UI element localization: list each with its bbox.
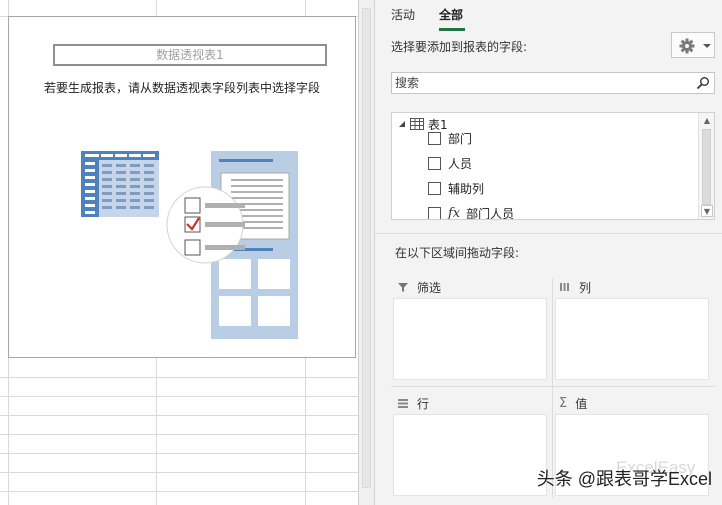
active-tab-indicator (439, 28, 465, 31)
tab-active-fields[interactable]: 活动 (391, 6, 415, 23)
pane-divider[interactable] (375, 233, 722, 234)
field-checkbox[interactable] (428, 206, 441, 219)
worksheet-grid[interactable]: 数据透视表1 若要生成报表，请从数据透视表字段列表中选择字段 (0, 0, 358, 505)
field-search-box[interactable] (391, 72, 715, 94)
field-item-department[interactable]: 部门 (428, 129, 472, 147)
filters-area: 筛选 (393, 276, 547, 380)
field-checkbox[interactable] (428, 181, 441, 195)
rows-area-header: 行 (393, 392, 547, 414)
field-item-department-people[interactable]: fx 部门人员 (428, 204, 515, 220)
pivot-field-list-pane: 活动 全部 选择要添加到报表的字段: 搜索 表1 部门 人员 辅助列 fx 部门… (374, 0, 722, 505)
watermark-text: 头条 @跟表哥学Excel (536, 469, 712, 489)
rows-area-label: 行 (417, 396, 430, 411)
columns-area: 列 (555, 276, 709, 380)
scroll-down-icon[interactable]: ▼ (701, 205, 713, 217)
field-checkbox[interactable] (428, 131, 441, 145)
search-input[interactable] (392, 73, 692, 93)
field-list[interactable]: 表1 部门 人员 辅助列 fx 部门人员 ▲ ▼ (391, 112, 715, 220)
rows-drop-zone[interactable] (393, 414, 547, 496)
drag-fields-label: 在以下区域间拖动字段: (395, 246, 520, 260)
sigma-icon: Σ (559, 395, 568, 411)
field-checkbox[interactable] (428, 156, 441, 170)
sheet-vertical-scrollbar[interactable] (358, 0, 374, 505)
columns-area-header: 列 (555, 276, 709, 298)
field-label: 辅助列 (448, 181, 485, 196)
columns-area-label: 列 (579, 280, 592, 295)
values-area-label: 值 (575, 396, 588, 411)
filters-area-label: 筛选 (417, 280, 442, 295)
field-label: 部门 (448, 131, 473, 146)
field-item-helper-column[interactable]: 辅助列 (428, 179, 484, 197)
values-area-header: Σ 值 (555, 392, 709, 414)
search-icon[interactable] (696, 76, 710, 90)
tab-all-fields[interactable]: 全部 (439, 6, 463, 23)
filter-icon (398, 283, 408, 292)
table-icon (410, 118, 424, 130)
field-item-person[interactable]: 人员 (428, 154, 472, 172)
pivot-illustration-icon (81, 151, 298, 339)
filters-area-header: 筛选 (393, 276, 547, 298)
scrollbar-thumb[interactable] (362, 8, 371, 488)
rows-icon (398, 399, 408, 408)
filters-drop-zone[interactable] (393, 298, 547, 380)
area-horizontal-separator (391, 386, 715, 387)
field-label: 部门人员 (466, 206, 515, 220)
fx-measure-icon: fx (448, 205, 461, 220)
scroll-up-icon[interactable]: ▲ (701, 115, 713, 127)
field-label: 人员 (448, 156, 473, 171)
pivot-table-placeholder[interactable]: 数据透视表1 若要生成报表，请从数据透视表字段列表中选择字段 (8, 16, 356, 358)
columns-drop-zone[interactable] (555, 298, 709, 380)
choose-fields-label: 选择要添加到报表的字段: (391, 40, 528, 54)
collapse-triangle-icon[interactable] (398, 120, 406, 128)
field-list-scrollbar[interactable]: ▲ ▼ (698, 113, 714, 219)
gear-icon (679, 38, 711, 54)
excel-window: 数据透视表1 若要生成报表，请从数据透视表字段列表中选择字段 活动 全部 选择要… (0, 0, 722, 505)
chevron-down-icon (703, 44, 711, 48)
rows-area: 行 (393, 392, 547, 496)
scrollbar-thumb[interactable] (702, 129, 711, 205)
field-list-settings-button[interactable] (671, 32, 715, 58)
columns-icon (560, 283, 569, 291)
